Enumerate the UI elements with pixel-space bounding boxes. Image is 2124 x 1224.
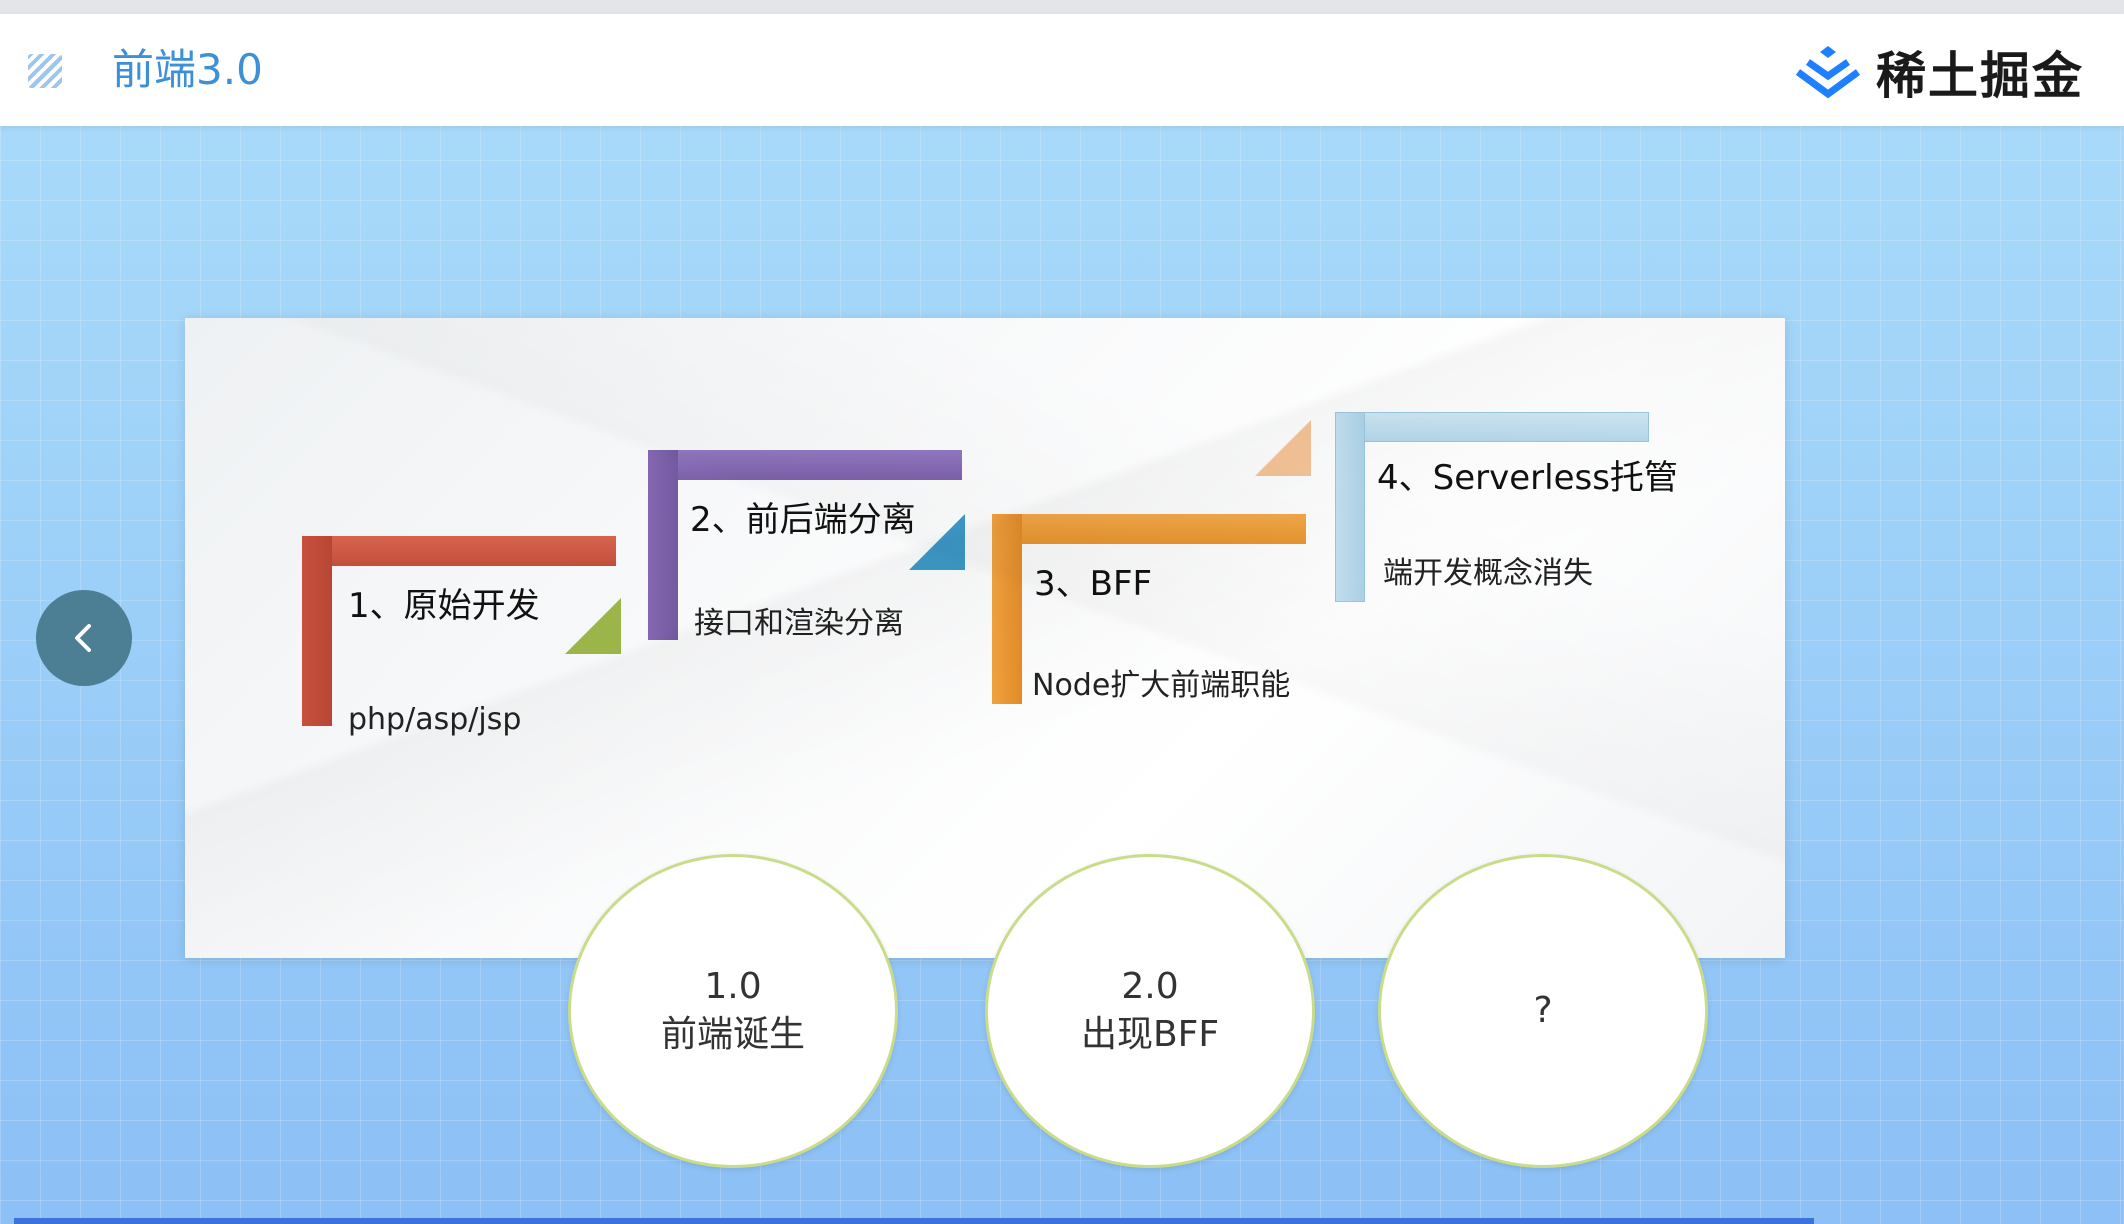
triangle-peach xyxy=(1255,420,1311,476)
step-title: 1、原始开发 xyxy=(348,586,540,626)
slide-viewer: 前端3.0 稀土掘金 1、原始开发 php/asp/jsp 2、前后端分离 接口… xyxy=(0,0,2124,1224)
step-title: 4、Serverless托管 xyxy=(1377,458,1678,498)
prev-slide-button[interactable] xyxy=(36,590,132,686)
milestone-circle-3: ? xyxy=(1378,854,1708,1168)
milestone-circle-2: 2.0 出现BFF xyxy=(985,854,1315,1168)
milestone-version: ? xyxy=(1533,990,1553,1031)
top-strip xyxy=(0,0,2124,14)
step-title: 3、BFF xyxy=(1034,564,1153,604)
page-title: 前端3.0 xyxy=(112,45,263,94)
step-1: 1、原始开发 php/asp/jsp xyxy=(302,536,622,796)
step-desc: Node扩大前端职能 xyxy=(1032,668,1291,703)
triangle-green xyxy=(565,598,621,654)
step-title: 2、前后端分离 xyxy=(690,500,916,540)
menu-icon[interactable] xyxy=(28,54,62,88)
step-2: 2、前后端分离 接口和渲染分离 xyxy=(648,450,978,700)
milestone-version: 1.0 xyxy=(704,966,762,1007)
triangle-teal xyxy=(909,514,965,570)
step-desc: php/asp/jsp xyxy=(348,702,522,737)
brand-name: 稀土掘金 xyxy=(1876,47,2084,105)
juejin-logo-icon xyxy=(1795,46,1861,99)
chevron-left-icon xyxy=(75,624,91,652)
header-bar: 前端3.0 稀土掘金 xyxy=(0,14,2124,126)
milestone-label: 前端诞生 xyxy=(660,1014,805,1055)
milestone-label: 出现BFF xyxy=(1080,1014,1220,1055)
milestone-version: 2.0 xyxy=(1121,966,1179,1007)
brand[interactable]: 稀土掘金 xyxy=(1794,42,2084,105)
milestone-circle-1: 1.0 前端诞生 xyxy=(568,854,898,1168)
progress-bar xyxy=(14,1218,1814,1224)
step-4: 4、Serverless托管 端开发概念消失 xyxy=(1335,412,1715,612)
step-3: 3、BFF Node扩大前端职能 xyxy=(992,514,1332,714)
step-desc: 端开发概念消失 xyxy=(1383,556,1593,591)
step-desc: 接口和渲染分离 xyxy=(694,606,904,641)
